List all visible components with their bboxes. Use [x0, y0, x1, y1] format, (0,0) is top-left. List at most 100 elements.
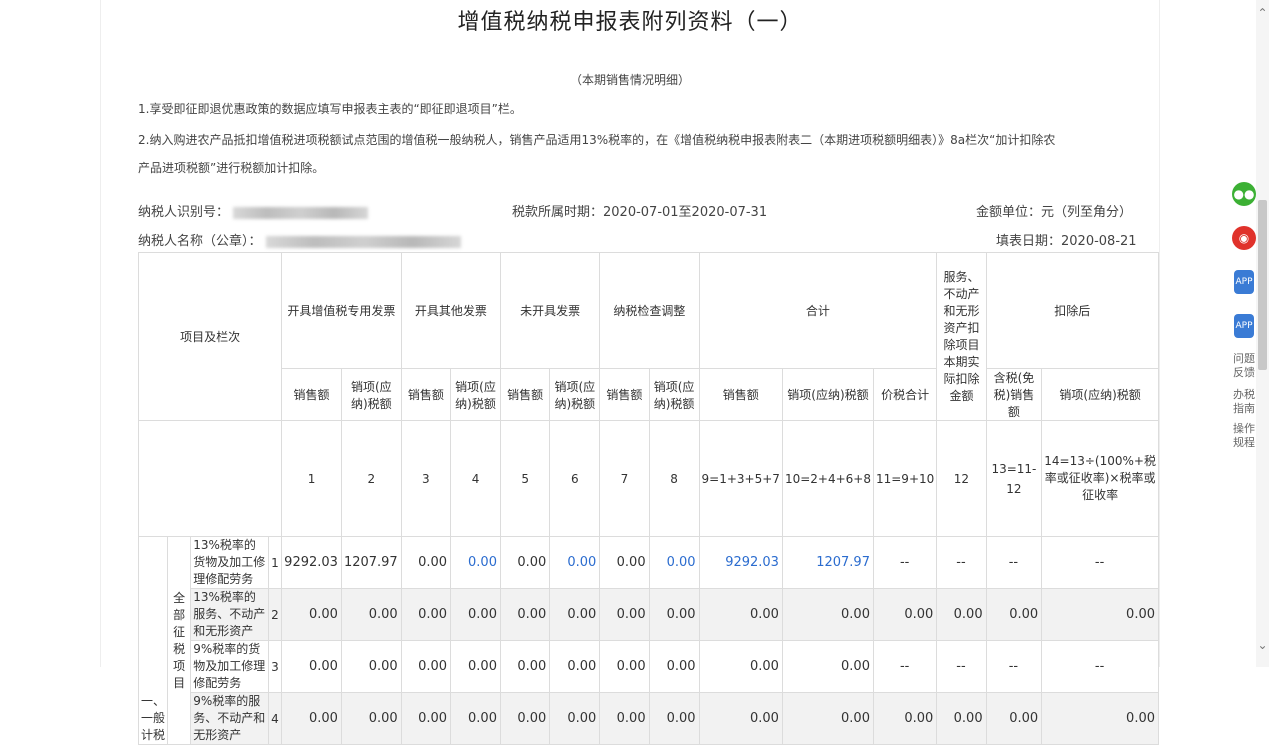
taxpayer-name-redacted [265, 235, 461, 248]
col-num: 4 [450, 420, 501, 537]
taxpayer-name-label: 纳税人名称（公章）： [138, 234, 262, 249]
cell-value: 0.00 [698, 588, 783, 641]
cell-value: 0.00 [1041, 692, 1159, 745]
col-num: 3 [400, 420, 452, 537]
col-num: 11=9+10 [872, 420, 938, 537]
tax-period: 税款所属时期：2020-07-01至2020-07-31 [512, 205, 768, 220]
cell-value[interactable]: 0.00 [450, 588, 501, 641]
vertical-scrollbar[interactable]: ⌃ ⌄ [1256, 0, 1269, 667]
note-1: 1.享受即征即退优惠政策的数据应填写申报表主表的“即征即退项目”栏。 [138, 102, 522, 116]
col-num: 14=13÷(100%+税率或征收率)×税率或征收率 [1041, 420, 1159, 537]
cell-value: 9292.03 [281, 536, 342, 589]
col-after-sales: 含税(免税)销售额 [985, 368, 1043, 421]
column-number-row: 1 2 3 4 5 6 7 8 9=1+3+5+7 10=2+4+6+8 11=… [137, 420, 1159, 537]
taxpayer-id-label: 纳税人识别号： [138, 205, 230, 220]
col-tax: 销项(应纳)税额 [781, 368, 874, 421]
cell-value[interactable]: 0.00 [450, 536, 501, 589]
cell-value: 0.00 [599, 588, 650, 641]
cell-value[interactable]: 0.00 [648, 588, 700, 641]
col-num: 6 [549, 420, 601, 537]
cell-value: 0.00 [781, 588, 874, 641]
cell-value: 0.00 [781, 692, 874, 745]
col-tax: 销项(应纳)税额 [340, 368, 402, 421]
cell-value[interactable]: 0.00 [648, 536, 700, 589]
cell-value[interactable]: 0.00 [450, 692, 501, 745]
cell-value: 1207.97 [340, 536, 402, 589]
page-title: 增值税纳税申报表附列资料（一） [457, 10, 803, 35]
cell-value: 0.00 [281, 692, 342, 745]
col-num: 8 [648, 420, 700, 537]
row-number: 2 [267, 588, 283, 641]
cell-value[interactable]: 1207.97 [781, 536, 874, 589]
cell-value: 0.00 [872, 588, 938, 641]
col-tax: 销项(应纳)税额 [450, 368, 501, 421]
cell-value: -- [1041, 536, 1159, 589]
level1-label: 一、一般计税 [137, 536, 169, 745]
col-after-tax: 销项(应纳)税额 [1041, 368, 1159, 421]
app-icon: APP [1234, 314, 1254, 338]
scroll-thumb[interactable] [1258, 200, 1267, 370]
cell-value: 0.00 [340, 588, 402, 641]
cell-value: 0.00 [936, 692, 987, 745]
cell-value[interactable]: 0.00 [549, 692, 601, 745]
cell-value: 0.00 [1041, 588, 1159, 641]
taxpayer-id-row: 纳税人识别号： [138, 201, 369, 220]
note-2b: 产品进项税额”进行税额加计扣除。 [138, 161, 325, 175]
table-row: 13%税率的服务、不动产和无形资产 2 0.00 0.00 0.00 0.00 0.00 0.… [139, 588, 1159, 641]
col-num: 13=11-12 [985, 420, 1043, 537]
col-num: 10=2+4+6+8 [781, 420, 874, 537]
guide-link[interactable]: 办税指南 [1229, 388, 1259, 416]
row-label: 13%税率的服务、不动产和无形资产 [190, 588, 269, 641]
col-num: 7 [599, 420, 650, 537]
cell-value: 0.00 [499, 536, 551, 589]
cell-value: 0.00 [872, 692, 938, 745]
col-num: 9=1+3+5+7 [698, 420, 783, 537]
sales-detail-table: 项目及栏次 开具增值税专用发票 开具其他发票 未开具发票 纳税检查调整 合计 服… [137, 252, 1160, 745]
group-no-invoice: 未开具发票 [499, 252, 601, 369]
group-after: 扣除后 [985, 252, 1160, 369]
cell-value: 0.00 [340, 692, 402, 745]
scroll-up-icon[interactable]: ⌃ [1256, 6, 1269, 20]
level2-label: 全部征税项目 [167, 536, 192, 745]
taxpayer-name-row: 纳税人名称（公章）： [138, 230, 461, 249]
group-total: 合计 [698, 252, 938, 369]
form-page: 增值税纳税申报表附列资料（一） （本期销售情况明细） 1.享受即征即退优惠政策的… [100, 0, 1160, 745]
feedback-link[interactable]: 问题反馈 [1229, 352, 1259, 380]
cell-value: 0.00 [698, 692, 783, 745]
col-num: 2 [340, 420, 402, 537]
col-tax: 销项(应纳)税额 [648, 368, 700, 421]
note-2a: 2.纳入购进农产品抵扣增值税进项税额试点范围的增值税一般纳税人，销售产品适用13… [138, 133, 1056, 147]
col-tax: 销项(应纳)税额 [549, 368, 601, 421]
cell-value[interactable]: 0.00 [549, 588, 601, 641]
row-label: 9%税率的服务、不动产和无形资产 [190, 692, 269, 745]
cell-value[interactable]: 9292.03 [698, 536, 783, 589]
taxpayer-id-redacted [233, 206, 369, 219]
table-row: 9%税率的服务、不动产和无形资产 4 0.00 0.00 0.00 0.00 0.00 0.0… [139, 692, 1159, 745]
cell-value: -- [872, 536, 938, 589]
page-subtitle: （本期销售情况明细） [569, 73, 690, 87]
data-rows: 一、一般计税 全部征税项目 13%税率的货物及加工修理修配劳务 1 9292.03 120… [137, 536, 1159, 745]
item-header: 项目及栏次 [137, 252, 283, 421]
col-num: 1 [281, 420, 342, 537]
group-inspection: 纳税检查调整 [599, 252, 700, 369]
row-number: 1 [267, 536, 283, 589]
wechat-icon: ●● [1232, 182, 1256, 206]
cell-value: 0.00 [936, 588, 987, 641]
scroll-down-icon[interactable]: ⌄ [1256, 638, 1269, 652]
cell-value: 0.00 [599, 536, 650, 589]
app-icon: APP [1234, 270, 1254, 294]
cell-value: -- [985, 536, 1043, 589]
col-sales: 销售额 [698, 368, 783, 421]
cell-value[interactable]: 0.00 [648, 692, 700, 745]
col-sales: 销售额 [281, 368, 342, 421]
cell-value[interactable]: 0.00 [549, 536, 601, 589]
fill-date: 填表日期：2020-08-21 [996, 234, 1137, 249]
cell-value: 0.00 [499, 692, 551, 745]
manual-link[interactable]: 操作规程 [1229, 422, 1259, 450]
cell-value: 0.00 [400, 536, 452, 589]
cell-value: 0.00 [499, 588, 551, 641]
amount-unit: 金额单位：元（列至角分） [976, 205, 1133, 220]
col-sales: 销售额 [400, 368, 452, 421]
cell-value: -- [936, 536, 987, 589]
row-number: 4 [267, 692, 283, 745]
